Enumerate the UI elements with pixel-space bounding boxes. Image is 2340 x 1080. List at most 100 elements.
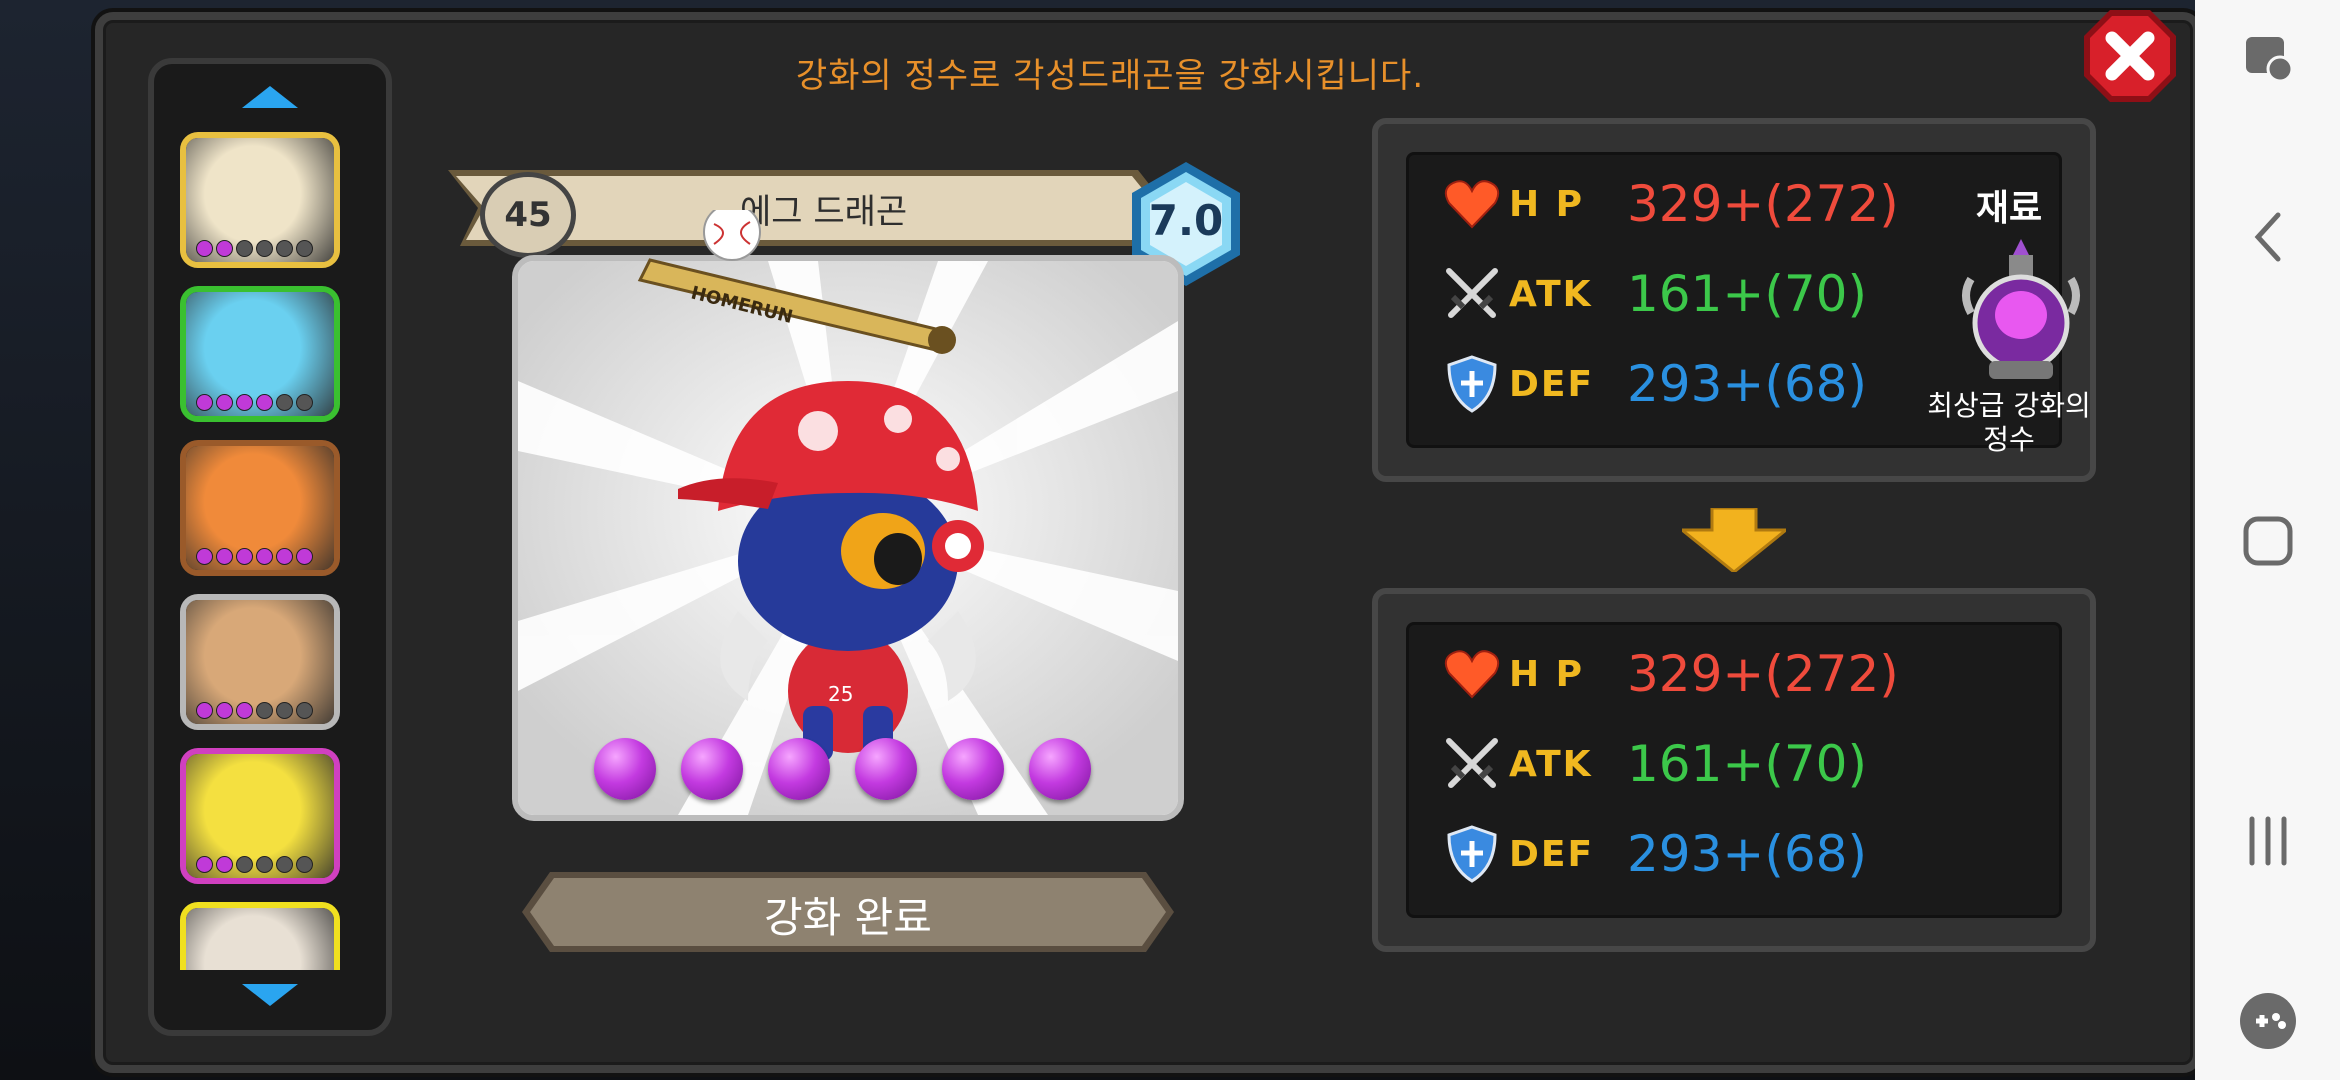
next-hp-row: H P 329+(272) <box>1441 639 1899 709</box>
shield-icon <box>1447 355 1497 413</box>
material-name-line2: 정수 <box>1983 423 2035 456</box>
def-row: DEF 293+(68) <box>1441 349 1867 419</box>
star-dot <box>296 856 313 873</box>
def-value: 293+(68) <box>1627 355 1867 413</box>
next-stats-panel: H P 329+(272) ATK 161+(70) DEF 293+(68) <box>1372 588 2096 952</box>
dragon-slot[interactable] <box>180 594 340 730</box>
star-dot <box>256 394 273 411</box>
next-atk-value: 161+(70) <box>1627 735 1867 793</box>
game-tools-icon[interactable] <box>2229 18 2307 96</box>
star-dot <box>256 240 273 257</box>
star-dot <box>196 548 213 565</box>
level-badge: 45 <box>480 172 576 258</box>
svg-text:25: 25 <box>828 682 853 706</box>
scroll-down-icon[interactable] <box>242 984 298 1006</box>
star-dot <box>236 394 253 411</box>
star-dot <box>276 240 293 257</box>
next-atk-row: ATK 161+(70) <box>1441 729 1867 799</box>
next-stats-inner: H P 329+(272) ATK 161+(70) DEF 293+(68) <box>1406 622 2062 918</box>
star-dot <box>196 240 213 257</box>
dragon-thumbnail <box>186 908 334 970</box>
recents-icon[interactable] <box>2229 802 2307 880</box>
material-name-line1: 최상급 강화의 <box>1927 389 2091 422</box>
current-stats-inner: H P 329+(272) ATK 161+(70) DEF 293+(68) … <box>1406 152 2091 456</box>
star-dots <box>196 394 313 412</box>
star-dot <box>296 240 313 257</box>
next-def-value: 293+(68) <box>1627 825 1867 883</box>
dragon-slot[interactable] <box>180 286 340 422</box>
atk-value: 161+(70) <box>1627 265 1867 323</box>
enhance-orb-icon <box>942 738 1004 800</box>
enhance-orb-icon <box>768 738 830 800</box>
hp-label: H P <box>1509 183 1585 225</box>
star-dot <box>236 702 253 719</box>
heart-icon <box>1444 650 1500 699</box>
star-dot <box>236 240 253 257</box>
atk-label: ATK <box>1509 273 1593 315</box>
dragon-slot[interactable] <box>180 440 340 576</box>
dragon-slot[interactable] <box>180 132 340 268</box>
enhance-orb-icon <box>855 738 917 800</box>
next-hp-value: 329+(272) <box>1627 645 1899 703</box>
crossed-swords-icon <box>1446 738 1498 788</box>
hp-row: H P 329+(272) <box>1441 169 1899 239</box>
enhance-orb-icon <box>1029 738 1091 800</box>
star-dots <box>196 702 313 720</box>
scroll-up-icon[interactable] <box>242 86 298 108</box>
down-arrow-icon <box>1682 508 1786 572</box>
material-name: 최상급 강화의 정수 <box>1899 389 2119 457</box>
enhance-orbs <box>594 738 1091 800</box>
star-dot <box>236 548 253 565</box>
heart-icon <box>1444 180 1500 229</box>
star-dot <box>196 856 213 873</box>
crossed-swords-icon <box>1446 268 1498 318</box>
star-dot <box>276 548 293 565</box>
shield-icon <box>1447 825 1497 883</box>
system-nav-bar <box>2195 0 2340 1080</box>
back-icon[interactable] <box>2229 198 2307 276</box>
star-dot <box>216 548 233 565</box>
complete-button-label: 강화 완료 <box>764 893 932 942</box>
hp-value: 329+(272) <box>1627 175 1899 233</box>
star-dot <box>216 394 233 411</box>
dragon-slot[interactable] <box>180 902 340 970</box>
next-hp-label: H P <box>1509 653 1585 695</box>
dragon-list <box>180 132 352 970</box>
star-dot <box>216 702 233 719</box>
star-dot <box>196 394 213 411</box>
next-def-row: DEF 293+(68) <box>1441 819 1867 889</box>
atk-row: ATK 161+(70) <box>1441 259 1867 329</box>
star-dot <box>216 240 233 257</box>
star-dot <box>296 548 313 565</box>
material-title: 재료 <box>1975 188 2043 229</box>
star-dot <box>276 856 293 873</box>
star-dot <box>276 394 293 411</box>
essence-potion-icon[interactable] <box>1951 235 2091 385</box>
star-dot <box>216 856 233 873</box>
game-launcher-icon[interactable] <box>2229 982 2307 1060</box>
current-stats-panel: H P 329+(272) ATK 161+(70) DEF 293+(68) … <box>1372 118 2096 482</box>
next-def-label: DEF <box>1509 833 1595 875</box>
home-icon[interactable] <box>2229 502 2307 580</box>
star-dots <box>196 548 313 566</box>
star-dot <box>196 702 213 719</box>
star-dots <box>196 240 313 258</box>
star-dot <box>236 856 253 873</box>
star-dots <box>196 856 313 874</box>
star-dot <box>296 702 313 719</box>
dragon-list-panel[interactable] <box>148 58 392 1036</box>
enhance-orb-icon <box>681 738 743 800</box>
star-dot <box>276 702 293 719</box>
enhance-orb-icon <box>594 738 656 800</box>
close-icon[interactable] <box>2082 8 2178 104</box>
grade-value: 7.0 <box>1148 196 1224 245</box>
next-atk-label: ATK <box>1509 743 1593 785</box>
baseball-bat-icon: HOMERUN <box>637 210 956 354</box>
star-dot <box>256 856 273 873</box>
star-dot <box>256 548 273 565</box>
star-dot <box>296 394 313 411</box>
dragon-slot[interactable] <box>180 748 340 884</box>
star-dot <box>256 702 273 719</box>
def-label: DEF <box>1509 363 1595 405</box>
instruction-text: 강화의 정수로 각성드래곤을 강화시킵니다. <box>795 56 1425 96</box>
